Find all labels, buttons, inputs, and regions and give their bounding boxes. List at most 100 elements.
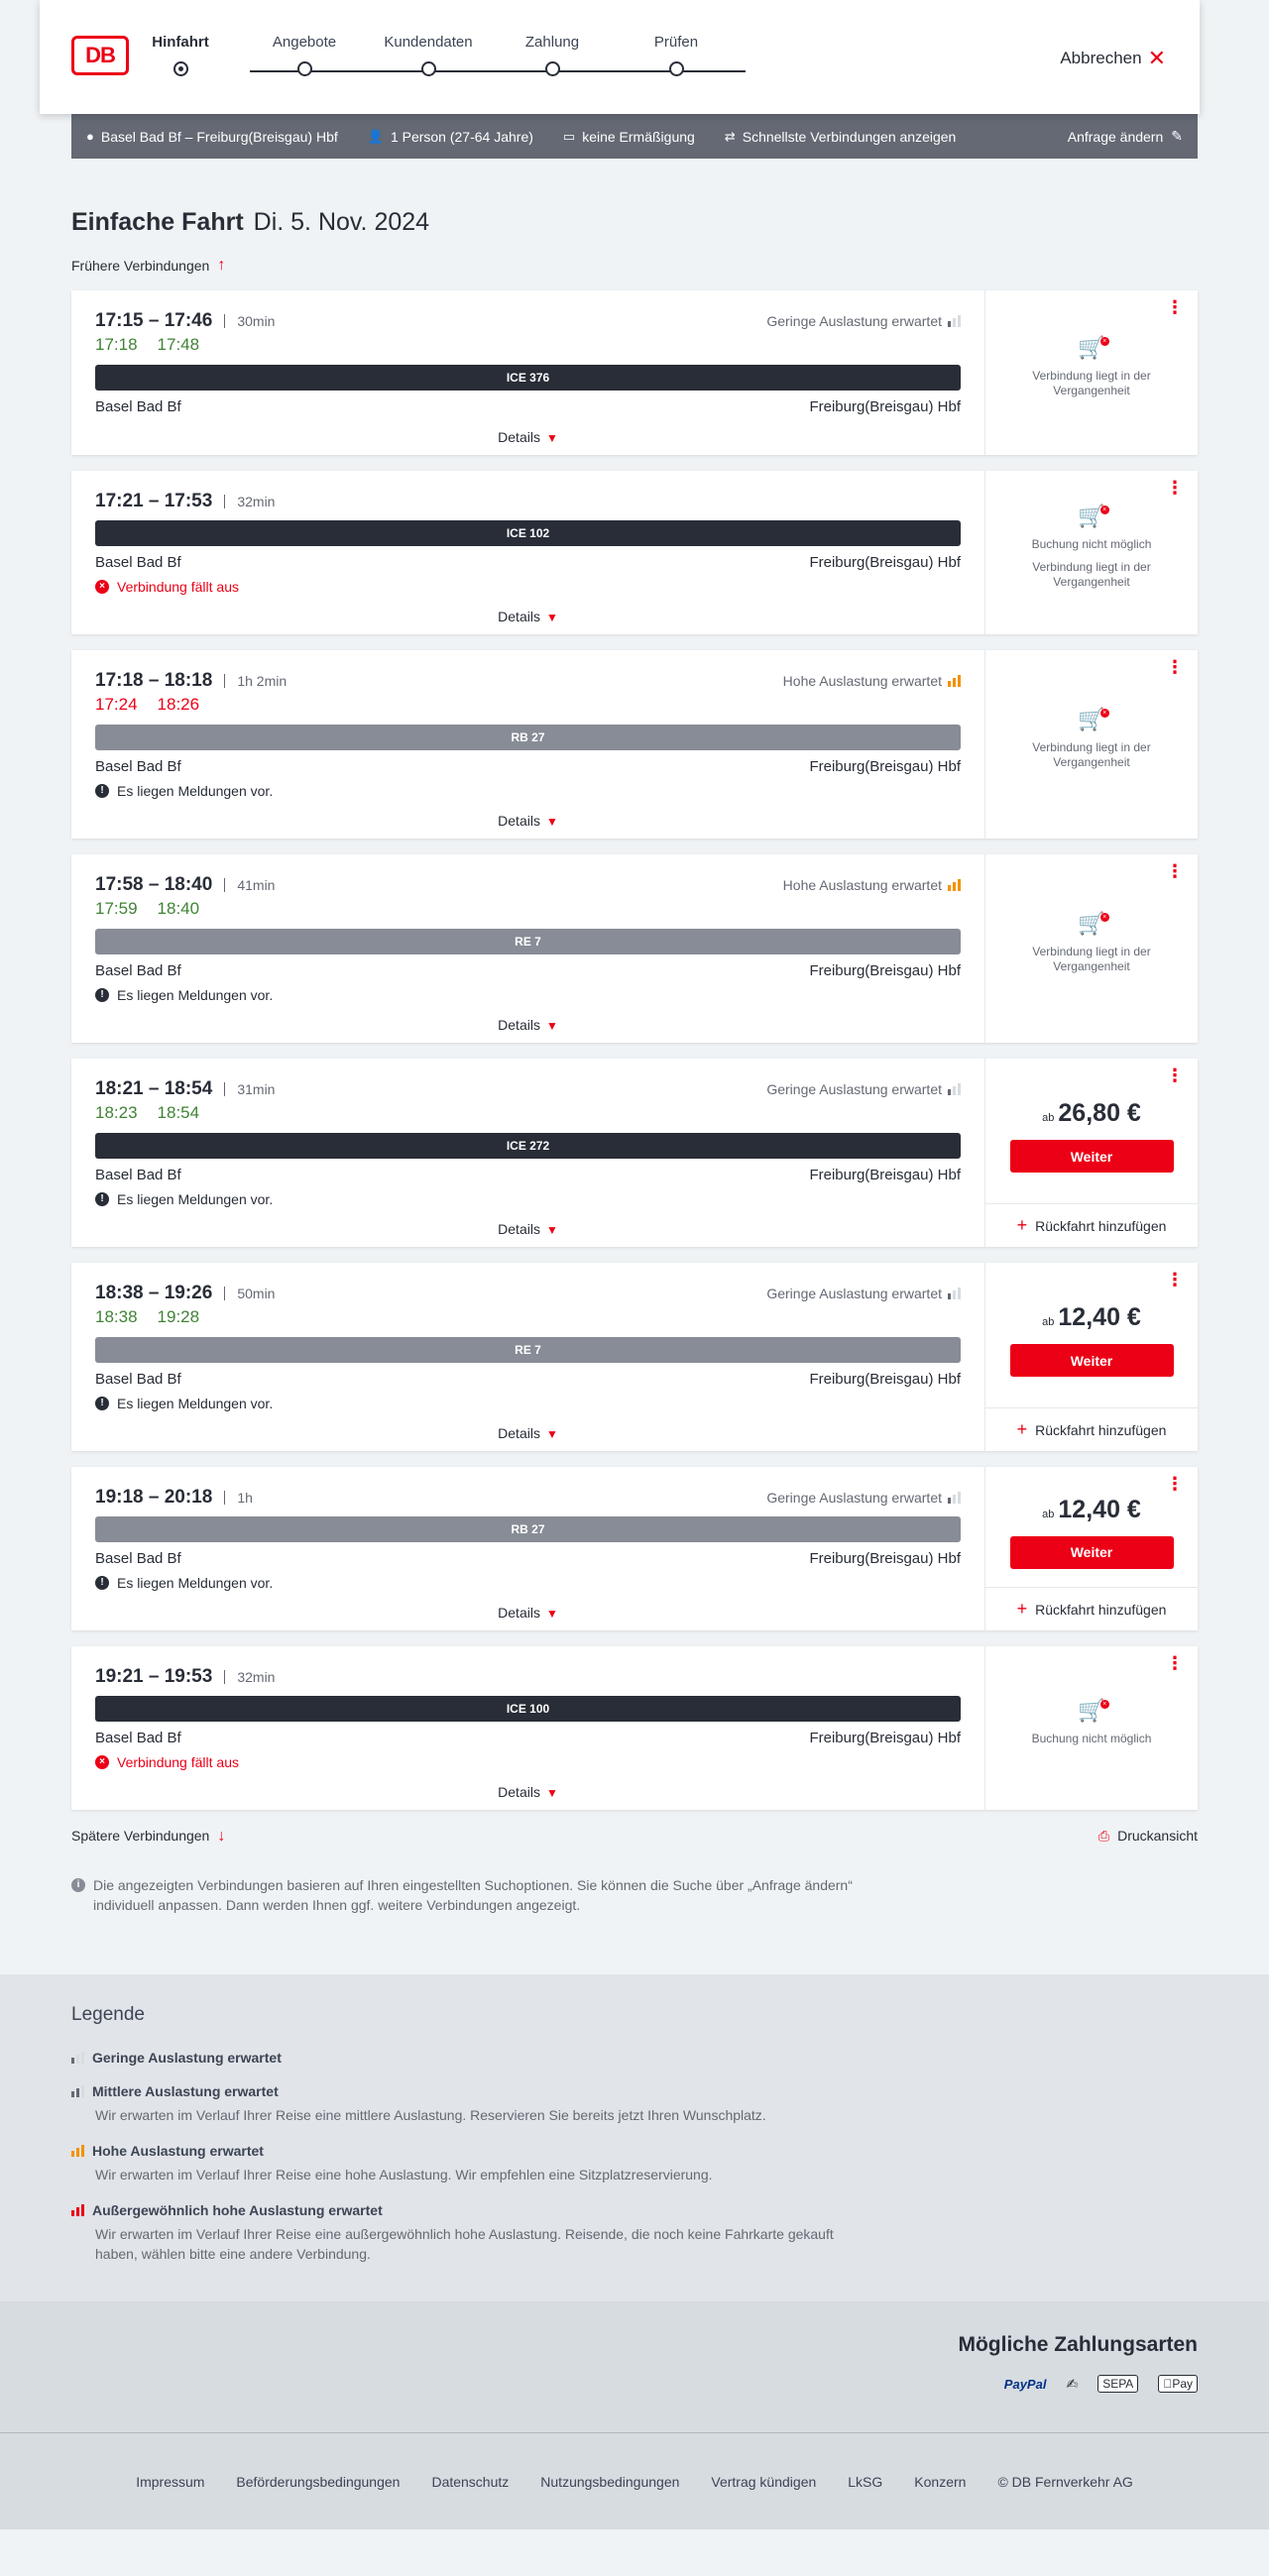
- details-toggle[interactable]: Details ▼: [95, 1221, 961, 1237]
- train-bar[interactable]: RE 7: [95, 929, 961, 954]
- print-view-link[interactable]: ⎙ Druckansicht: [1098, 1828, 1198, 1846]
- load-bar: [953, 1495, 956, 1504]
- chevron-down-icon: ▼: [545, 815, 558, 829]
- apple-pay-icon: Pay: [1158, 2375, 1198, 2393]
- price-prefix: ab: [1042, 1112, 1055, 1124]
- load-bar: [948, 1498, 951, 1504]
- load-bar: [71, 2151, 74, 2157]
- search-hint: i Die angezeigten Verbindungen basieren a…: [71, 1875, 865, 1915]
- cart-unavailable-icon: 🛒 ×: [1078, 504, 1109, 526]
- train-bar[interactable]: RB 27: [95, 1516, 961, 1542]
- departure-station: Basel Bad Bf: [95, 1730, 181, 1746]
- more-options-icon[interactable]: ⋮: [1166, 479, 1184, 497]
- connection-offer: ⋮ 🛒 × Buchung nicht möglich Verbindung liegt…: [985, 471, 1198, 634]
- stations-row: Basel Bad Bf Freiburg(Breisgau) Hbf: [95, 1371, 961, 1388]
- connection-card: 18:21 – 18:54 31min Geringe Auslastung erw…: [71, 1059, 1198, 1247]
- more-options-icon[interactable]: ⋮: [1166, 1066, 1184, 1084]
- earlier-connections-link[interactable]: Frühere Verbindungen ↑: [71, 257, 1198, 275]
- paypal-icon: PayPal: [1003, 2376, 1047, 2392]
- later-connections-link[interactable]: Spätere Verbindungen ↓: [71, 1828, 225, 1846]
- footer-link-datenschutz[interactable]: Datenschutz: [431, 2474, 509, 2490]
- legend-section: Legende Geringe Auslastung erwartet Mittl…: [0, 1974, 1269, 2301]
- load-forecast: Geringe Auslastung erwartet: [766, 313, 961, 329]
- exclamation-circle-icon: !: [95, 1397, 109, 1410]
- passenger-summary: 👤 1 Person (27-64 Jahre): [367, 128, 533, 145]
- more-options-icon[interactable]: ⋮: [1166, 1271, 1184, 1288]
- footer: Impressum Beförderungsbedingungen Datens…: [0, 2432, 1269, 2529]
- arrival-station: Freiburg(Breisgau) Hbf: [809, 1550, 961, 1567]
- load-bar: [71, 2091, 74, 2097]
- arrival-station: Freiburg(Breisgau) Hbf: [809, 1730, 961, 1746]
- train-bar[interactable]: ICE 102: [95, 520, 961, 546]
- load-indicator-icon: [948, 1492, 961, 1504]
- arrow-down-icon: ↓: [217, 1828, 226, 1845]
- status-text: Buchung nicht möglich: [1031, 1731, 1152, 1745]
- connection-time-row: 18:21 – 18:54 31min Geringe Auslastung erw…: [95, 1078, 961, 1100]
- train-bar[interactable]: ICE 376: [95, 365, 961, 391]
- printer-icon: ⎙: [1097, 1828, 1110, 1844]
- notice-text: Es liegen Meldungen vor.: [117, 987, 274, 1003]
- footer-link-nutzungsbedingungen[interactable]: Nutzungsbedingungen: [540, 2474, 679, 2490]
- arrival-station: Freiburg(Breisgau) Hbf: [809, 554, 961, 571]
- details-toggle[interactable]: Details ▼: [95, 813, 961, 829]
- cancellation-notice: × Verbindung fällt aus: [95, 579, 961, 595]
- continue-button[interactable]: Weiter: [1009, 1535, 1174, 1569]
- status-text: Verbindung liegt in der Vergangenheit: [1032, 559, 1151, 589]
- return-label: Rückfahrt hinzufügen: [1035, 1601, 1167, 1618]
- continue-button[interactable]: Weiter: [1009, 1344, 1174, 1377]
- continue-button[interactable]: Weiter: [1009, 1140, 1174, 1173]
- return-label: Rückfahrt hinzufügen: [1035, 1421, 1167, 1438]
- more-options-icon[interactable]: ⋮: [1166, 658, 1184, 676]
- footer-link-impressum[interactable]: Impressum: [136, 2474, 204, 2490]
- route-summary: ● Basel Bad Bf – Freiburg(Breisgau) Hbf: [86, 128, 338, 145]
- footer-link-lksg[interactable]: LkSG: [848, 2474, 882, 2490]
- close-icon: ✕: [1147, 46, 1166, 70]
- realtime-times: 17:59 18:40: [95, 899, 961, 921]
- connection-info: 17:21 – 17:53 32min ICE 102 Basel Bad Bf Fre…: [71, 471, 985, 634]
- plus-icon: +: [1016, 1599, 1028, 1619]
- realtime-arrival: 19:28: [157, 1307, 200, 1326]
- more-options-icon[interactable]: ⋮: [1166, 298, 1184, 316]
- more-options-icon[interactable]: ⋮: [1166, 1475, 1184, 1493]
- details-toggle[interactable]: Details ▼: [95, 1017, 961, 1033]
- load-mid-icon: [71, 2085, 84, 2097]
- train-bar[interactable]: RE 7: [95, 1337, 961, 1363]
- details-toggle[interactable]: Details ▼: [95, 429, 961, 445]
- more-options-icon[interactable]: ⋮: [1166, 1654, 1184, 1672]
- add-return-trip-button[interactable]: + Rückfahrt hinzufügen: [985, 1587, 1198, 1630]
- load-bar: [953, 318, 956, 327]
- train-bar[interactable]: ICE 100: [95, 1696, 961, 1722]
- realtime-departure: 17:59: [95, 899, 138, 918]
- departure-station: Basel Bad Bf: [95, 554, 181, 571]
- connection-list: 17:15 – 17:46 30min Geringe Auslastung erw…: [71, 290, 1198, 1810]
- change-request-button[interactable]: Anfrage ändern ✎: [1068, 128, 1183, 145]
- duration: 41min: [224, 878, 275, 892]
- more-options-icon[interactable]: ⋮: [1166, 862, 1184, 880]
- add-return-trip-button[interactable]: + Rückfahrt hinzufügen: [985, 1203, 1198, 1247]
- booking-status: 🛒 × Verbindung liegt in der Vergangenheit: [985, 650, 1198, 839]
- details-toggle[interactable]: Details ▼: [95, 1425, 961, 1441]
- train-bar[interactable]: ICE 272: [95, 1133, 961, 1159]
- footer-link-befoerderungsbedingungen[interactable]: Beförderungsbedingungen: [236, 2474, 400, 2490]
- chevron-down-icon: ▼: [545, 611, 558, 624]
- cancel-button[interactable]: Abbrechen ✕: [1060, 46, 1166, 71]
- details-toggle[interactable]: Details ▼: [95, 1605, 961, 1621]
- details-toggle[interactable]: Details ▼: [95, 609, 961, 624]
- notice-text: Verbindung fällt aus: [117, 579, 239, 595]
- price: ab 26,80 €: [1042, 1099, 1141, 1128]
- footer-link-vertrag-kuendigen[interactable]: Vertrag kündigen: [711, 2474, 816, 2490]
- realtime-arrival: 18:40: [157, 899, 200, 918]
- add-return-trip-button[interactable]: + Rückfahrt hinzufügen: [985, 1407, 1198, 1451]
- realtime-times: 17:24 18:26: [95, 695, 961, 717]
- main-content: Einfache Fahrt Di. 5. Nov. 2024 Frühere V…: [71, 208, 1198, 1915]
- details-label: Details: [498, 1425, 540, 1441]
- duration: 31min: [224, 1082, 275, 1096]
- footer-link-konzern[interactable]: Konzern: [914, 2474, 966, 2490]
- train-bar[interactable]: RB 27: [95, 725, 961, 750]
- step-dot: [669, 61, 684, 76]
- details-toggle[interactable]: Details ▼: [95, 1784, 961, 1800]
- connection-time-row: 19:21 – 19:53 32min: [95, 1666, 961, 1688]
- connection-info: 17:58 – 18:40 41min Hohe Auslastung erwart…: [71, 854, 985, 1043]
- exclamation-circle-icon: !: [95, 1576, 109, 1590]
- connection-time-row: 19:18 – 20:18 1h Geringe Auslastung erwart…: [95, 1487, 961, 1509]
